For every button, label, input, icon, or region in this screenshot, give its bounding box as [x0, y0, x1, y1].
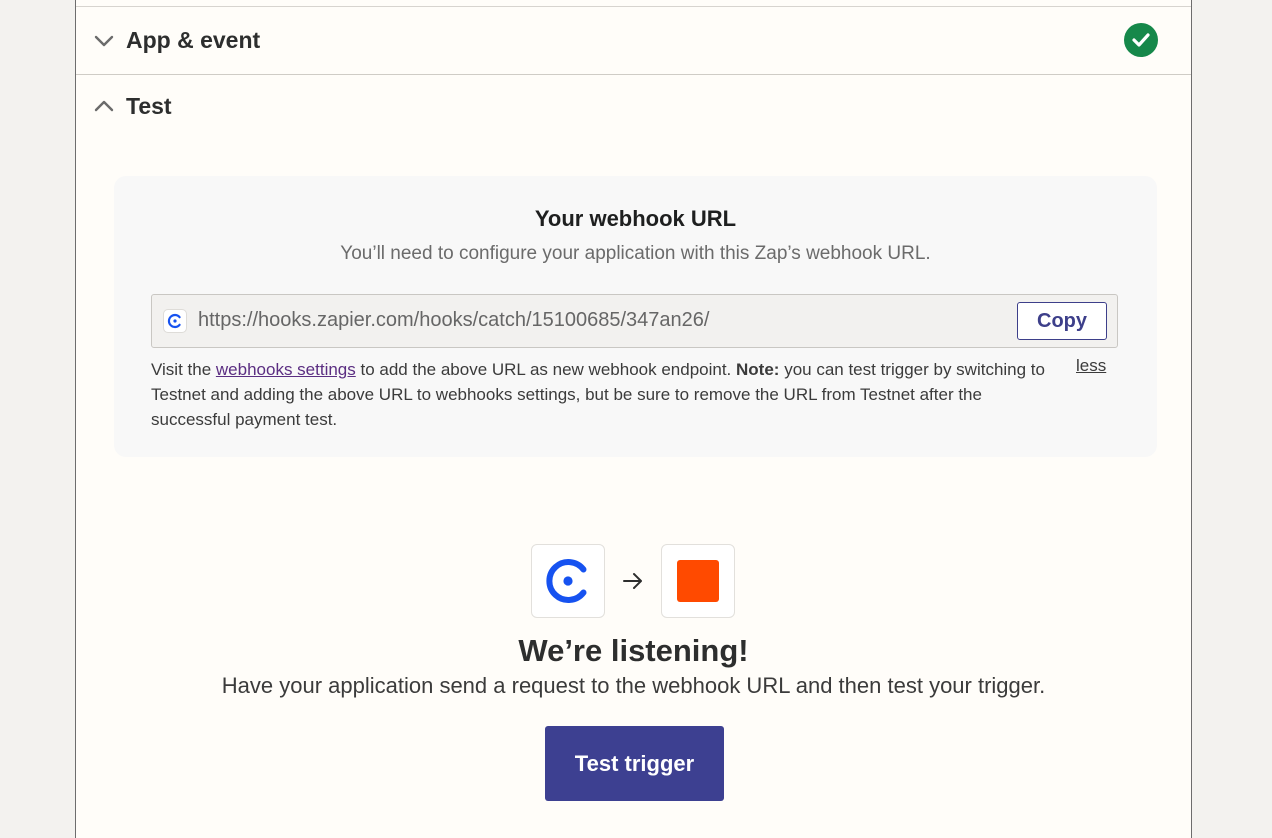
less-link[interactable]: less [1076, 356, 1106, 376]
app-connection-row [531, 544, 735, 618]
chevron-down-icon[interactable] [92, 29, 116, 53]
copy-button[interactable]: Copy [1017, 302, 1107, 340]
help-prefix: Visit the [151, 360, 216, 379]
check-icon [1124, 23, 1158, 57]
webhook-card-subtitle: You’ll need to configure your applicatio… [340, 243, 931, 264]
section-title-test: Test [126, 92, 172, 119]
arrow-right-icon [605, 572, 661, 590]
zapier-icon [661, 544, 735, 618]
section-test[interactable]: Test [76, 75, 1191, 137]
zap-step-panel: App & event Test Your webhook URL You’ll… [75, 0, 1192, 838]
coinbase-commerce-icon [531, 544, 605, 618]
section-app-event[interactable]: App & event [76, 7, 1191, 75]
listening-title: We’re listening! [518, 633, 749, 668]
section-title-app-event: App & event [126, 27, 261, 53]
chevron-up-icon[interactable] [92, 94, 116, 118]
webhook-help-text: Visit the webhooks settings to add the a… [151, 357, 1046, 432]
webhook-url-field[interactable]: https://hooks.zapier.com/hooks/catch/151… [151, 294, 1118, 348]
test-trigger-button[interactable]: Test trigger [545, 726, 724, 801]
webhooks-settings-link[interactable]: webhooks settings [216, 360, 356, 379]
help-middle: to add the above URL as new webhook endp… [355, 360, 737, 379]
webhook-url-text[interactable]: https://hooks.zapier.com/hooks/catch/151… [198, 309, 709, 332]
webhook-card-title: Your webhook URL [534, 206, 737, 231]
listening-subtitle: Have your application send a request to … [221, 673, 1046, 698]
webhook-url-card: Your webhook URL You’ll need to configur… [114, 176, 1157, 457]
zapier-logo-square [677, 560, 719, 602]
help-note-label: Note: [736, 360, 780, 379]
coinbase-commerce-icon [163, 309, 187, 333]
